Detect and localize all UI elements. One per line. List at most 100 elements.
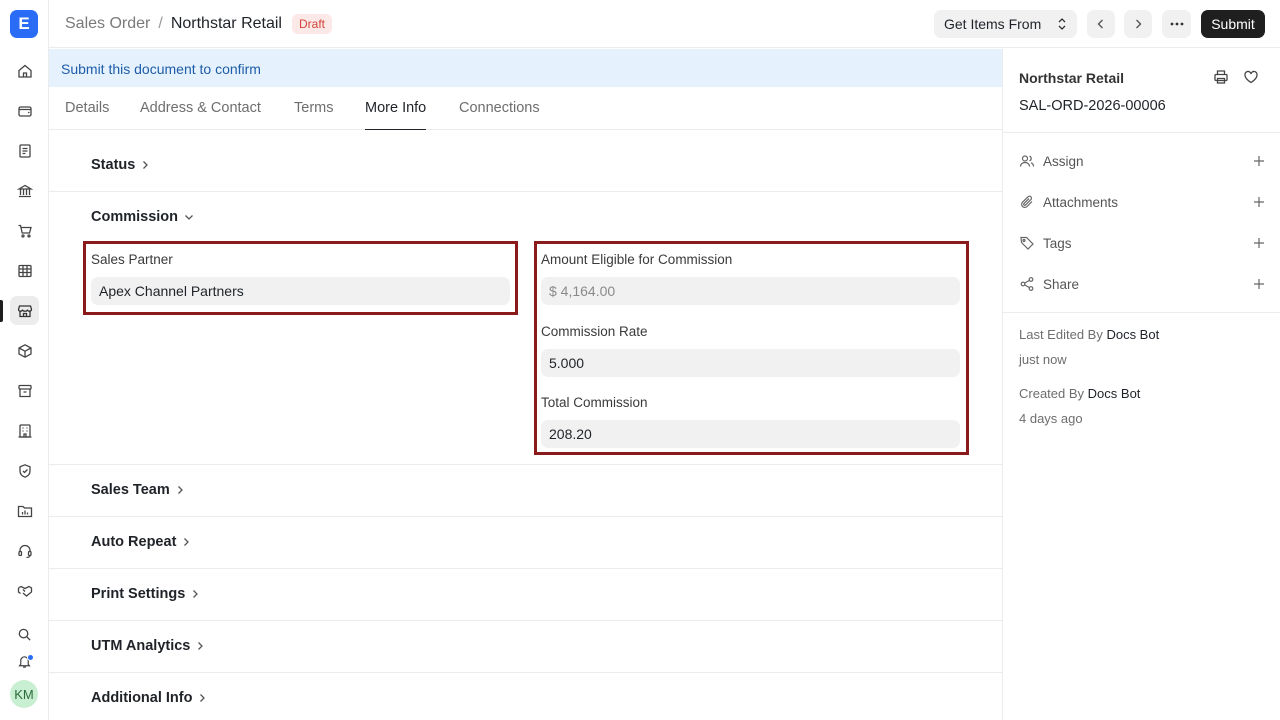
chevron-right-icon	[176, 537, 190, 547]
active-indicator	[0, 300, 3, 322]
tab-terms[interactable]: Terms	[294, 100, 333, 130]
handshake-icon[interactable]	[10, 576, 39, 605]
auto-repeat-section-header[interactable]: Auto Repeat	[91, 534, 190, 550]
commission-rate-label: Commission Rate	[541, 324, 648, 339]
chevron-left-icon	[1096, 18, 1106, 30]
building-icon[interactable]	[10, 416, 39, 445]
plus-icon[interactable]	[1253, 155, 1265, 167]
wallet-icon[interactable]	[10, 96, 39, 125]
last-edited-info: Last Edited By Docs Bot	[1019, 327, 1159, 342]
section-title: Additional Info	[91, 690, 193, 706]
cart-icon[interactable]	[10, 216, 39, 245]
notification-dot	[27, 654, 34, 661]
page-header: Sales Order / Northstar Retail Draft Get…	[49, 0, 1280, 48]
document-sidebar: Northstar Retail SAL-ORD-2026-00006 Assi…	[1002, 49, 1280, 720]
tab-connections[interactable]: Connections	[459, 100, 540, 130]
commission-rate-field[interactable]: 5.000	[541, 349, 960, 377]
plus-icon[interactable]	[1253, 196, 1265, 208]
additional-info-section-header[interactable]: Additional Info	[91, 690, 206, 706]
tab-more-info[interactable]: More Info	[365, 100, 427, 130]
app-logo[interactable]: E	[10, 10, 38, 38]
chevron-right-icon	[1133, 18, 1143, 30]
sidebar-divider	[1003, 312, 1280, 313]
chevron-right-icon	[170, 485, 184, 495]
print-settings-section-header[interactable]: Print Settings	[91, 586, 199, 602]
shield-icon[interactable]	[10, 456, 39, 485]
chevron-down-icon	[178, 213, 194, 221]
sales-team-section-header[interactable]: Sales Team	[91, 482, 184, 498]
archive-icon[interactable]	[10, 376, 39, 405]
bank-icon[interactable]	[10, 176, 39, 205]
users-icon	[1019, 153, 1035, 169]
previous-record-button[interactable]	[1087, 10, 1115, 38]
document-icon[interactable]	[10, 136, 39, 165]
tab-details[interactable]: Details	[65, 100, 109, 130]
last-edited-by[interactable]: Docs Bot	[1106, 327, 1159, 342]
status-section-header[interactable]: Status	[91, 157, 149, 173]
form-body: Status Commission Sales Partner Apex Cha…	[49, 130, 1002, 720]
get-items-from-button[interactable]: Get Items From	[934, 10, 1077, 38]
store-icon[interactable]	[10, 296, 39, 325]
additional-info-section: Additional Info	[49, 673, 1002, 720]
chevron-right-icon	[192, 693, 206, 703]
heart-icon[interactable]	[1243, 69, 1259, 85]
table-icon[interactable]	[10, 256, 39, 285]
auto-repeat-section: Auto Repeat	[49, 517, 1002, 569]
chevron-right-icon	[135, 160, 149, 170]
amount-eligible-label: Amount Eligible for Commission	[541, 252, 733, 267]
sidebar-attachments[interactable]: Attachments	[1019, 192, 1265, 212]
section-title: Print Settings	[91, 586, 186, 602]
more-actions-button[interactable]	[1162, 10, 1191, 38]
breadcrumb-separator: /	[158, 15, 163, 32]
sales-partner-field[interactable]: Apex Channel Partners	[91, 277, 510, 305]
page-title: Northstar Retail	[170, 15, 282, 32]
section-title: Commission	[91, 209, 179, 225]
app-rail: E KM	[0, 0, 49, 720]
banner-text: Submit this document to confirm	[61, 61, 261, 77]
plus-icon[interactable]	[1253, 278, 1265, 290]
submit-banner: Submit this document to confirm	[49, 49, 1002, 87]
created-time: 4 days ago	[1019, 411, 1083, 426]
submit-button[interactable]: Submit	[1201, 10, 1265, 38]
chevron-right-icon	[190, 641, 204, 651]
sidebar-share[interactable]: Share	[1019, 274, 1265, 294]
search-icon[interactable]	[10, 620, 39, 649]
status-badge: Draft	[291, 14, 332, 34]
paperclip-icon	[1019, 194, 1035, 210]
sidebar-assign-label: Assign	[1043, 153, 1084, 169]
total-commission-field[interactable]: 208.20	[541, 420, 960, 448]
folder-chart-icon[interactable]	[10, 496, 39, 525]
status-section: Status	[49, 130, 1002, 192]
created-info: Created By Docs Bot	[1019, 386, 1140, 401]
box-icon[interactable]	[10, 336, 39, 365]
created-prefix: Created By	[1019, 386, 1085, 401]
document-id: SAL-ORD-2026-00006	[1019, 98, 1166, 114]
sidebar-attachments-label: Attachments	[1043, 194, 1119, 210]
utm-analytics-section-header[interactable]: UTM Analytics	[91, 638, 204, 654]
tab-bar: Details Address & Contact Terms More Inf…	[49, 88, 1002, 130]
sidebar-tags[interactable]: Tags	[1019, 233, 1265, 253]
avatar[interactable]: KM	[10, 680, 38, 708]
printer-icon[interactable]	[1213, 69, 1229, 85]
home-icon[interactable]	[10, 56, 39, 85]
section-title: Auto Repeat	[91, 534, 177, 550]
sidebar-assign[interactable]: Assign	[1019, 151, 1265, 171]
print-settings-section: Print Settings	[49, 569, 1002, 621]
ellipsis-icon	[1170, 22, 1184, 26]
utm-analytics-section: UTM Analytics	[49, 621, 1002, 673]
commission-section-header[interactable]: Commission	[91, 209, 194, 225]
sales-partner-label: Sales Partner	[91, 252, 173, 267]
chevron-right-icon	[185, 589, 199, 599]
tab-address-contact[interactable]: Address & Contact	[140, 100, 261, 130]
headset-icon[interactable]	[10, 536, 39, 565]
section-title: UTM Analytics	[91, 638, 191, 654]
plus-icon[interactable]	[1253, 237, 1265, 249]
sidebar-share-label: Share	[1043, 276, 1080, 292]
bell-icon[interactable]	[10, 647, 39, 676]
created-by[interactable]: Docs Bot	[1088, 386, 1141, 401]
next-record-button[interactable]	[1124, 10, 1152, 38]
commission-section: Commission Sales Partner Apex Channel Pa…	[49, 192, 1002, 465]
breadcrumb-parent[interactable]: Sales Order	[65, 15, 150, 33]
section-title: Status	[91, 157, 136, 173]
up-down-chevron-icon	[1057, 17, 1067, 31]
